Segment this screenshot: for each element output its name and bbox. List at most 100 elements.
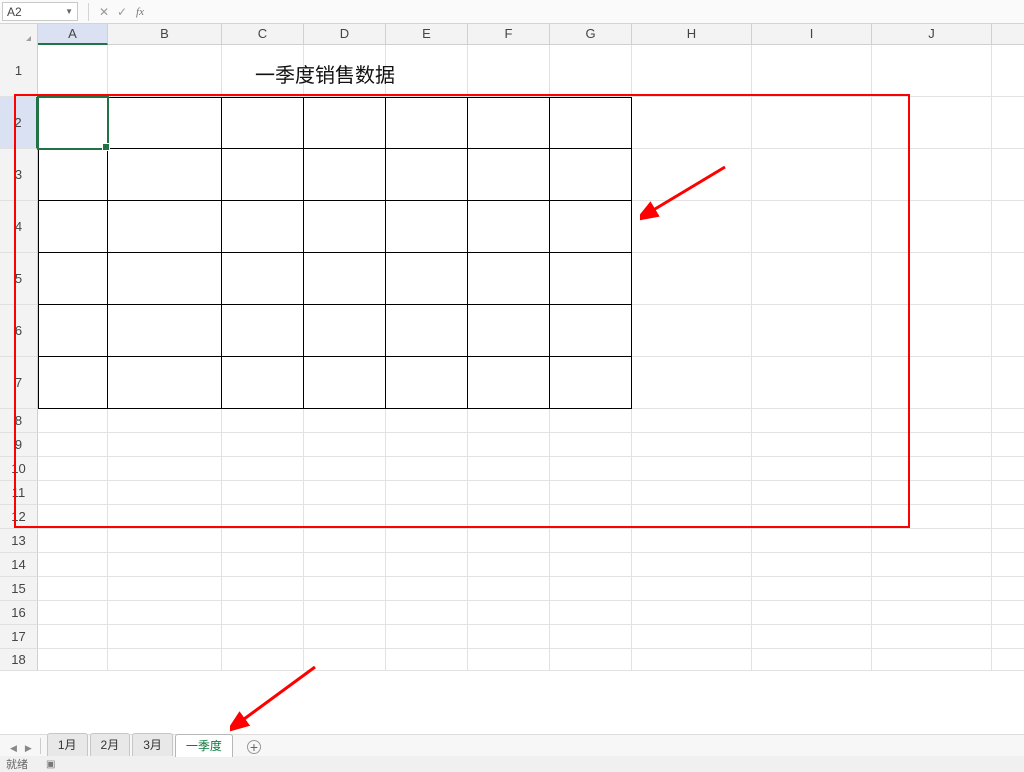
cell-I10[interactable] [752, 457, 872, 481]
cell-B6[interactable] [108, 305, 222, 357]
cell-E12[interactable] [386, 505, 468, 529]
cell-D16[interactable] [304, 601, 386, 625]
cell-G15[interactable] [550, 577, 632, 601]
row-header-16[interactable]: 16 [0, 601, 38, 625]
cell-I2[interactable] [752, 97, 872, 149]
cell-E18[interactable] [386, 649, 468, 671]
cell-J9[interactable] [872, 433, 992, 457]
select-all-corner[interactable] [0, 24, 38, 45]
cell-J1[interactable] [872, 45, 992, 97]
cell-A15[interactable] [38, 577, 108, 601]
cell-J7[interactable] [872, 357, 992, 409]
cell-C16[interactable] [222, 601, 304, 625]
cell-H1[interactable] [632, 45, 752, 97]
cell-F4[interactable] [468, 201, 550, 253]
cell-F11[interactable] [468, 481, 550, 505]
cell-H15[interactable] [632, 577, 752, 601]
cell-A12[interactable] [38, 505, 108, 529]
cell-H13[interactable] [632, 529, 752, 553]
cell-E15[interactable] [386, 577, 468, 601]
column-header-F[interactable]: F [468, 24, 550, 45]
cell-F16[interactable] [468, 601, 550, 625]
cell-J3[interactable] [872, 149, 992, 201]
cell-G5[interactable] [550, 253, 632, 305]
cell-D18[interactable] [304, 649, 386, 671]
cell-K4[interactable] [992, 201, 1024, 253]
cell-E13[interactable] [386, 529, 468, 553]
cell-J6[interactable] [872, 305, 992, 357]
cell-E14[interactable] [386, 553, 468, 577]
cell-K5[interactable] [992, 253, 1024, 305]
cancel-icon[interactable]: ✕ [95, 3, 113, 21]
cell-F12[interactable] [468, 505, 550, 529]
cell-F7[interactable] [468, 357, 550, 409]
cell-G12[interactable] [550, 505, 632, 529]
cell-A1[interactable] [38, 45, 108, 97]
cell-J10[interactable] [872, 457, 992, 481]
cell-C3[interactable] [222, 149, 304, 201]
cell-B12[interactable] [108, 505, 222, 529]
cell-D5[interactable] [304, 253, 386, 305]
cell-C4[interactable] [222, 201, 304, 253]
column-header-I[interactable]: I [752, 24, 872, 45]
cell-H16[interactable] [632, 601, 752, 625]
cell-D11[interactable] [304, 481, 386, 505]
cell-A10[interactable] [38, 457, 108, 481]
cell-A11[interactable] [38, 481, 108, 505]
row-header-1[interactable]: 1 [0, 45, 38, 97]
cell-G3[interactable] [550, 149, 632, 201]
cell-J17[interactable] [872, 625, 992, 649]
cell-F13[interactable] [468, 529, 550, 553]
cell-I9[interactable] [752, 433, 872, 457]
cell-F2[interactable] [468, 97, 550, 149]
cell-C17[interactable] [222, 625, 304, 649]
cell-E2[interactable] [386, 97, 468, 149]
cell-B15[interactable] [108, 577, 222, 601]
cell-D17[interactable] [304, 625, 386, 649]
name-box[interactable]: A2 ▼ [2, 2, 78, 21]
cell-G9[interactable] [550, 433, 632, 457]
column-header-C[interactable]: C [222, 24, 304, 45]
cell-K2[interactable] [992, 97, 1024, 149]
cell-A16[interactable] [38, 601, 108, 625]
cell-D12[interactable] [304, 505, 386, 529]
cell-F3[interactable] [468, 149, 550, 201]
cell-A8[interactable] [38, 409, 108, 433]
cell-C12[interactable] [222, 505, 304, 529]
cell-E1[interactable] [386, 45, 468, 97]
row-header-11[interactable]: 11 [0, 481, 38, 505]
row-header-2[interactable]: 2 [0, 97, 38, 149]
cell-H2[interactable] [632, 97, 752, 149]
cell-G4[interactable] [550, 201, 632, 253]
cell-H10[interactable] [632, 457, 752, 481]
cell-K1[interactable] [992, 45, 1024, 97]
cell-D13[interactable] [304, 529, 386, 553]
row-header-14[interactable]: 14 [0, 553, 38, 577]
cell-B5[interactable] [108, 253, 222, 305]
row-header-18[interactable]: 18 [0, 649, 38, 671]
cell-K9[interactable] [992, 433, 1024, 457]
cell-A17[interactable] [38, 625, 108, 649]
cell-D3[interactable] [304, 149, 386, 201]
cell-G8[interactable] [550, 409, 632, 433]
cell-F10[interactable] [468, 457, 550, 481]
row-header-13[interactable]: 13 [0, 529, 38, 553]
cell-J15[interactable] [872, 577, 992, 601]
cell-C8[interactable] [222, 409, 304, 433]
row-header-5[interactable]: 5 [0, 253, 38, 305]
cell-A6[interactable] [38, 305, 108, 357]
cell-F18[interactable] [468, 649, 550, 671]
cell-E16[interactable] [386, 601, 468, 625]
cell-E4[interactable] [386, 201, 468, 253]
cell-K3[interactable] [992, 149, 1024, 201]
cell-I18[interactable] [752, 649, 872, 671]
cell-D8[interactable] [304, 409, 386, 433]
column-header-G[interactable]: G [550, 24, 632, 45]
cell-H17[interactable] [632, 625, 752, 649]
sheet-tab-一季度[interactable]: 一季度 [175, 734, 233, 757]
row-header-8[interactable]: 8 [0, 409, 38, 433]
cell-K7[interactable] [992, 357, 1024, 409]
cell-E8[interactable] [386, 409, 468, 433]
cell-I3[interactable] [752, 149, 872, 201]
cell-I6[interactable] [752, 305, 872, 357]
